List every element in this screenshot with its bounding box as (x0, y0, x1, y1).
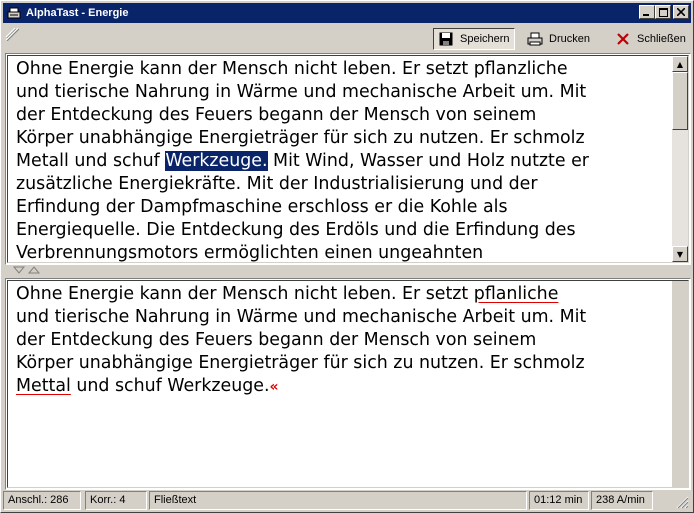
source-line: Metall und schuf Werkzeuge. Mit Wind, Wa… (16, 150, 672, 173)
current-word-highlight: Werkzeuge. (165, 151, 268, 171)
mode-field: Fließtext (149, 491, 527, 510)
app-window: AlphaTast - Energie Speichern Drucken Sc… (0, 0, 694, 513)
source-line: zusätzliche Energiekräfte. Mit der Indus… (16, 174, 538, 194)
typed-text-segment: Ohne Energie kann der Mensch nicht leben… (16, 284, 474, 304)
source-line: und tierische Nahrung in Wärme und mecha… (16, 82, 587, 102)
scroll-down-icon[interactable]: ▼ (672, 246, 688, 262)
corrections-count: Korr.: 4 (85, 491, 147, 510)
source-line: der Entdeckung des Feuers begann der Men… (16, 105, 537, 125)
source-line: Ohne Energie kann der Mensch nicht leben… (16, 59, 568, 79)
typed-line: Ohne Energie kann der Mensch nicht leben… (16, 283, 672, 306)
status-bar: Anschl.: 286 Korr.: 4 Fließtext 01:12 mi… (3, 490, 691, 511)
close-icon[interactable] (673, 5, 689, 19)
typed-line: Mettal und schuf Werkzeuge.« (16, 375, 672, 399)
typed-text-segment: und schuf Werkzeuge. (70, 376, 270, 396)
source-scrollbar[interactable]: ▲ ▼ (672, 56, 688, 262)
elapsed-time: 01:12 min (529, 491, 589, 510)
print-button-label: Drucken (549, 33, 590, 45)
save-button[interactable]: Speichern (433, 28, 515, 50)
printer-icon (527, 31, 543, 47)
maximize-icon[interactable] (655, 5, 671, 19)
splitter-arrows-icon[interactable] (13, 266, 43, 276)
title-bar[interactable]: AlphaTast - Energie (3, 3, 691, 23)
source-line: Energiequelle. Die Entdeckung des Erdöls… (16, 220, 576, 240)
scroll-thumb[interactable] (672, 72, 688, 130)
source-line-part: Mit Wind, Wasser und Holz nutzte er (267, 151, 589, 171)
typed-text[interactable]: Ohne Energie kann der Mensch nicht leben… (16, 283, 672, 399)
typo-word: pflanliche (473, 284, 559, 304)
print-button[interactable]: Drucken (523, 28, 597, 50)
source-line-part: Metall und schuf (16, 151, 166, 171)
scroll-up-icon[interactable]: ▲ (672, 56, 688, 72)
resize-grip-icon[interactable] (675, 495, 689, 509)
pane-splitter[interactable] (5, 263, 691, 279)
source-line: Körper unabhängige Energieträger für sic… (16, 128, 585, 148)
source-text: Ohne Energie kann der Mensch nicht leben… (16, 58, 672, 264)
red-x-icon (615, 31, 631, 47)
typewriter-icon (6, 5, 22, 21)
source-text-pane: Ohne Energie kann der Mensch nicht leben… (5, 53, 691, 265)
typed-line: und tierische Nahrung in Wärme und mecha… (16, 307, 587, 327)
typed-line: Körper unabhängige Energieträger für sic… (16, 353, 585, 373)
save-button-label: Speichern (460, 33, 510, 45)
floppy-disk-icon (438, 31, 454, 47)
typo-word: Mettal (16, 376, 71, 396)
typing-pane[interactable]: Ohne Energie kann der Mensch nicht leben… (5, 278, 691, 490)
source-line: Verbrennungsmotors ermöglichten einen un… (16, 243, 484, 263)
close-document-button[interactable]: Schließen (611, 28, 691, 50)
minimize-icon[interactable] (639, 5, 655, 19)
keystrokes-count: Anschl.: 286 (3, 491, 81, 510)
toolbar: Speichern Drucken Schließen (3, 25, 691, 53)
typed-line: der Entdeckung des Feuers begann der Men… (16, 330, 537, 350)
window-title: AlphaTast - Energie (26, 7, 129, 19)
source-line: Erfindung der Dampfmaschine erschloss er… (16, 197, 508, 217)
cursor-marker-icon: « (269, 379, 279, 395)
typing-scrollbar-area (672, 281, 688, 487)
typing-speed: 238 A/min (591, 491, 653, 510)
toolbar-grip-icon[interactable] (5, 27, 20, 42)
close-document-label: Schließen (637, 33, 686, 45)
